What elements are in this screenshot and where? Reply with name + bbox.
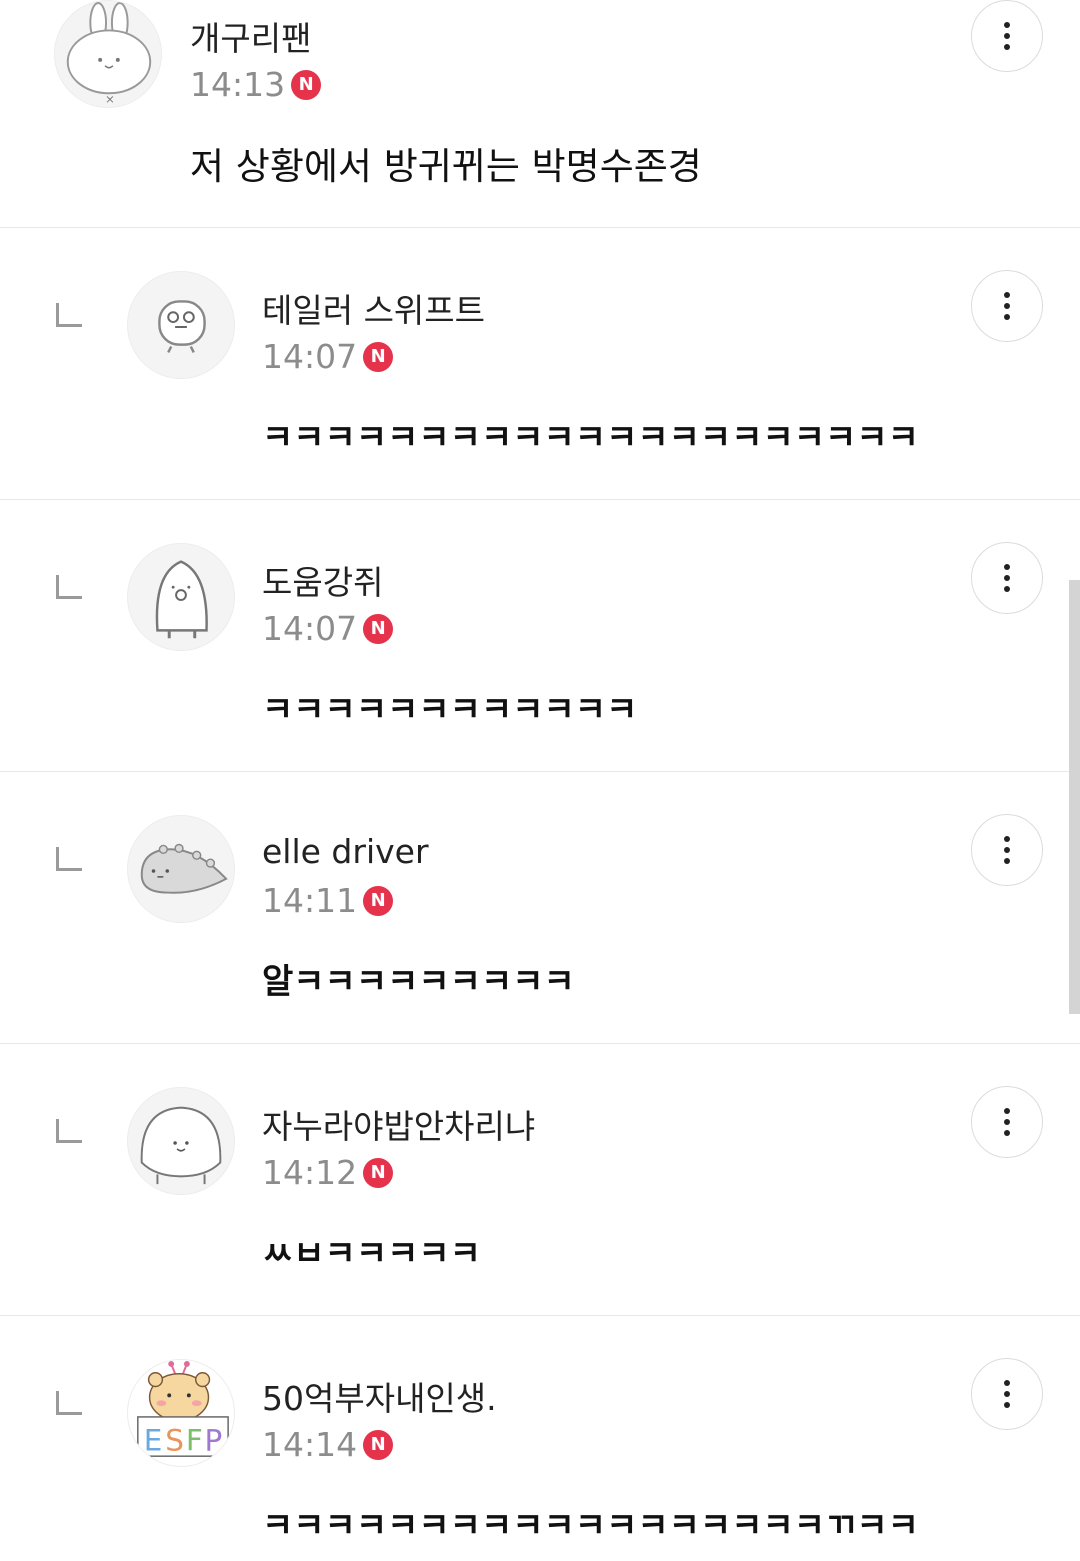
new-badge: N xyxy=(363,1157,394,1188)
new-badge: N xyxy=(363,613,394,644)
comment-time: 14:12 xyxy=(262,1153,358,1192)
more-dots-icon xyxy=(1004,1380,1010,1386)
bear-esfp-avatar[interactable]: E S F P xyxy=(127,1359,235,1467)
new-badge: N xyxy=(291,69,322,100)
comment-meta: 14:13 N xyxy=(190,65,322,104)
reply-item: elle driver 14:11 N 알ㅋㅋㅋㅋㅋㅋㅋㅋㅋ xyxy=(0,772,1080,1044)
comment-nickname[interactable]: 개구리팬 xyxy=(190,12,311,60)
comment-nickname[interactable]: 50억부자내인생. xyxy=(262,1372,497,1420)
svg-text:S: S xyxy=(165,1423,184,1457)
comment-text: 저 상황에서 방귀뀌는 박명수존경 xyxy=(190,145,702,188)
svg-text:F: F xyxy=(186,1423,203,1457)
comment-time: 14:11 xyxy=(262,881,358,920)
comment-time: 14:14 xyxy=(262,1425,358,1464)
comment-meta: 14:11 N xyxy=(262,881,394,920)
comment-nickname[interactable]: 도움강쥐 xyxy=(262,556,383,604)
reply-item: 테일러 스위프트 14:07 N ㅋㅋㅋㅋㅋㅋㅋㅋㅋㅋㅋㅋㅋㅋㅋㅋㅋㅋㅋㅋㅋ xyxy=(0,228,1080,500)
comment-time: 14:07 xyxy=(262,337,358,376)
more-options-button[interactable] xyxy=(971,0,1043,72)
scrollbar[interactable] xyxy=(1069,580,1080,1014)
comment-nickname[interactable]: 테일러 스위프트 xyxy=(262,284,485,332)
comment-time: 14:13 xyxy=(190,65,286,104)
reply-arrow-icon xyxy=(56,1391,82,1415)
reply-item: 자누라야밥안차리냐 14:12 N ㅆㅂㅋㅋㅋㅋㅋ xyxy=(0,1044,1080,1316)
rabbit-avatar[interactable]: × xyxy=(54,0,162,108)
comment-meta: 14:07 N xyxy=(262,609,394,648)
reply-arrow-icon xyxy=(56,1119,82,1143)
more-options-button[interactable] xyxy=(971,1358,1043,1430)
more-dots-icon xyxy=(1004,22,1010,28)
reply-arrow-icon xyxy=(56,575,82,599)
comment-text: ㅋㅋㅋㅋㅋㅋㅋㅋㅋㅋㅋㅋ xyxy=(262,690,638,730)
comment-text: ㅆㅂㅋㅋㅋㅋㅋ xyxy=(262,1234,481,1274)
bird-avatar[interactable] xyxy=(127,271,235,379)
comment-nickname[interactable]: 자누라야밥안차리냐 xyxy=(262,1100,535,1148)
more-dots-icon xyxy=(1004,836,1010,842)
blob-avatar[interactable] xyxy=(127,1087,235,1195)
avatar-esfp-text: E xyxy=(144,1423,163,1457)
comment-text: 알ㅋㅋㅋㅋㅋㅋㅋㅋㅋ xyxy=(262,962,575,1002)
more-options-button[interactable] xyxy=(971,814,1043,886)
comment-nickname[interactable]: elle driver xyxy=(262,832,429,871)
svg-text:P: P xyxy=(205,1423,223,1457)
reply-arrow-icon xyxy=(56,847,82,871)
comment-meta: 14:12 N xyxy=(262,1153,394,1192)
more-options-button[interactable] xyxy=(971,1086,1043,1158)
more-dots-icon xyxy=(1004,292,1010,298)
new-badge: N xyxy=(363,885,394,916)
reply-item: E S F P 50억부자내인생. 14:14 N ㅋㅋㅋㅋㅋㅋㅋㅋㅋㅋㅋㅋㅋㅋ… xyxy=(0,1316,1080,1561)
reply-item: 도움강쥐 14:07 N ㅋㅋㅋㅋㅋㅋㅋㅋㅋㅋㅋㅋ xyxy=(0,500,1080,772)
svg-text:×: × xyxy=(105,92,115,106)
more-options-button[interactable] xyxy=(971,270,1043,342)
comment-text: ㅋㅋㅋㅋㅋㅋㅋㅋㅋㅋㅋㅋㅋㅋㅋㅋㅋㅋㄲㅋㅋ xyxy=(262,1506,919,1546)
dinosaur-avatar[interactable] xyxy=(127,815,235,923)
more-options-button[interactable] xyxy=(971,542,1043,614)
more-dots-icon xyxy=(1004,564,1010,570)
comment-text: ㅋㅋㅋㅋㅋㅋㅋㅋㅋㅋㅋㅋㅋㅋㅋㅋㅋㅋㅋㅋㅋ xyxy=(262,418,919,458)
new-badge: N xyxy=(363,1429,394,1460)
comment-meta: 14:14 N xyxy=(262,1425,394,1464)
comment-meta: 14:07 N xyxy=(262,337,394,376)
comment-time: 14:07 xyxy=(262,609,358,648)
more-dots-icon xyxy=(1004,1108,1010,1114)
new-badge: N xyxy=(363,341,394,372)
penguin-avatar[interactable] xyxy=(127,543,235,651)
comment-item: × 개구리팬 14:13 N 저 상황에서 방귀뀌는 박명수존경 xyxy=(0,0,1080,228)
reply-arrow-icon xyxy=(56,303,82,327)
